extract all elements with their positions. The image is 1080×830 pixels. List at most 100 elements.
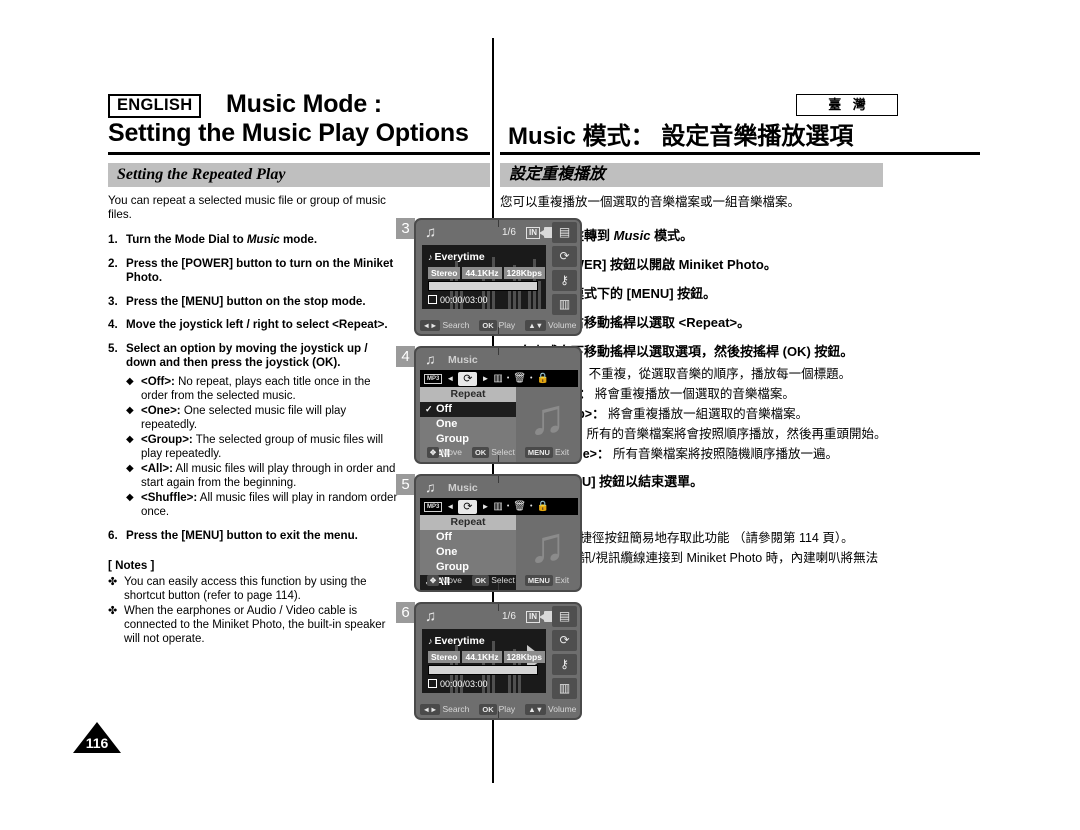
- submenu-title-5: Repeat: [420, 515, 516, 530]
- repeat-icon[interactable]: ⟳: [552, 246, 577, 267]
- english-notes-heading: [ Notes ]: [108, 559, 155, 572]
- clover-bullet-icon: ✤: [108, 576, 118, 588]
- ok-key-icon: OK: [471, 447, 490, 458]
- equalizer-tab-icon[interactable]: ▥: [493, 501, 502, 512]
- step-number: 1.: [108, 233, 118, 246]
- equalizer-icon[interactable]: ▥: [552, 294, 577, 315]
- step-number: 5.: [108, 341, 118, 355]
- music-note-icon: ♫: [425, 479, 436, 495]
- repeat-tab-icon[interactable]: ⟳: [458, 371, 478, 386]
- menu-item-off[interactable]: Off: [420, 530, 516, 545]
- repeat-icon[interactable]: ⟳: [552, 630, 577, 651]
- section-title-english-label: Setting the Repeated Play: [117, 166, 286, 183]
- diamond-bullet-icon: ◆: [126, 462, 134, 474]
- section-title-chinese: 設定重複播放: [500, 163, 883, 187]
- tag-samplerate: 44.1KHz: [462, 267, 502, 279]
- separator-dot: •: [530, 375, 533, 382]
- header-rule-left: [108, 152, 490, 155]
- file-list-icon[interactable]: ▤: [552, 606, 577, 627]
- english-step-1: 1. Turn the Mode Dial to Music mode.: [108, 233, 398, 248]
- english-option-shuffle: ◆ <Shuffle>: All music files will play i…: [108, 491, 398, 519]
- english-option-all: ◆ <All>: All music files will play throu…: [108, 462, 398, 490]
- left-right-key-icon: ◄►: [419, 319, 441, 331]
- english-step-2: 2. Press the [POWER] button to turn on t…: [108, 257, 398, 286]
- step-text: Press the [MENU] button on the stop mode…: [126, 294, 366, 308]
- joystick-key-icon: ✥: [426, 575, 440, 586]
- stop-icon: [428, 679, 437, 688]
- check-icon: ✓: [425, 404, 433, 414]
- option-text: <Shuffle>： 所有音樂檔案將按照隨機順序播放一遍。: [540, 447, 838, 461]
- option-text: <All>: All music files will play through…: [141, 462, 396, 489]
- track-title: ♪ Everytime: [428, 251, 485, 263]
- music-note-icon: ♫: [425, 608, 437, 625]
- separator-dot: •: [530, 503, 533, 510]
- ok-key-icon: OK: [479, 319, 497, 331]
- note-text: You can easily access this function by u…: [124, 576, 367, 602]
- tag-samplerate: 44.1KHz: [462, 651, 502, 663]
- play-info-panel: ♪ Everytime Stereo 44.1KHz 128Kbps 00:00/…: [422, 245, 546, 309]
- english-step-4: 4. Move the joystick left / right to sel…: [108, 318, 398, 333]
- option-text: <Off>: No repeat, plays each title once …: [141, 375, 371, 402]
- tag-bitrate: 128Kbps: [503, 267, 545, 279]
- scroll-down-icon[interactable]: ▼: [462, 589, 470, 590]
- english-step-3: 3. Press the [MENU] button on the stop m…: [108, 295, 398, 310]
- hint-search: ◄► Search: [419, 703, 469, 715]
- delete-tab-icon[interactable]: 🗑: [513, 373, 526, 384]
- progress-bar: [428, 665, 538, 675]
- ok-key-icon: OK: [479, 703, 497, 715]
- right-arrow-icon[interactable]: ►: [481, 374, 489, 383]
- menu-key-icon: MENU: [524, 575, 553, 586]
- input-source-icon: IN: [526, 227, 540, 239]
- equalizer-tab-icon[interactable]: ▥: [493, 373, 502, 384]
- menu-item-off[interactable]: ✓ Off: [420, 402, 516, 417]
- menu-item-one[interactable]: One: [420, 417, 516, 432]
- language-badge: ENGLISH: [108, 94, 202, 118]
- equalizer-icon[interactable]: ▥: [552, 678, 577, 699]
- play-info-panel: ♪ Everytime Stereo 44.1KHz 128Kbps 00:00/…: [422, 629, 546, 693]
- left-arrow-icon[interactable]: ◄: [446, 502, 454, 511]
- step-text: Press the [POWER] button to turn on the …: [126, 256, 394, 285]
- file-list-icon[interactable]: ▤: [552, 222, 577, 243]
- step-text: Turn the Mode Dial to Music mode.: [126, 233, 318, 246]
- english-note-1: ✤ You can easily access this function by…: [108, 575, 398, 603]
- right-arrow-icon[interactable]: ►: [481, 502, 489, 511]
- separator-dot: •: [506, 375, 510, 382]
- english-option-off: ◆ <Off>: No repeat, plays each title onc…: [108, 375, 398, 403]
- note-small-icon: ♪: [428, 636, 433, 646]
- note-text: When the earphones or Audio / Video cabl…: [124, 605, 386, 645]
- ok-key-icon: OK: [471, 575, 490, 586]
- manual-page: ENGLISH Music Mode : Setting the Music P…: [0, 0, 1080, 830]
- region-badge: 臺 灣: [796, 94, 898, 116]
- diamond-bullet-icon: ◆: [126, 433, 134, 445]
- background-note-icon: ♫: [528, 517, 567, 573]
- page-title-line1: Music Mode :: [226, 90, 382, 118]
- tag-stereo: Stereo: [428, 651, 461, 663]
- file-counter: 1/6: [502, 611, 516, 622]
- delete-tab-icon[interactable]: 🗑: [513, 501, 526, 512]
- english-content-column: You can repeat a selected music file or …: [108, 194, 398, 647]
- delete-key-icon[interactable]: ⚷: [552, 270, 577, 291]
- step-text: Move the joystick left / right to select…: [126, 318, 388, 331]
- mode-label: Music: [448, 354, 478, 366]
- audio-format-tags: Stereo 44.1KHz 128Kbps: [428, 651, 545, 663]
- screen-side-icons-6: ▤ ⟳ ⚷ ▥: [552, 606, 577, 699]
- delete-key-icon[interactable]: ⚷: [552, 654, 577, 675]
- hint-search: ◄► Search: [419, 319, 469, 331]
- hint-exit: MENU Exit: [524, 447, 569, 458]
- screen-tick-bottom: [498, 711, 499, 718]
- left-arrow-icon[interactable]: ◄: [446, 374, 454, 383]
- scroll-down-icon[interactable]: ▼: [462, 461, 470, 462]
- page-number-label: 116: [85, 735, 109, 751]
- lock-tab-icon[interactable]: 🔒: [536, 373, 548, 384]
- input-source-icon: IN: [526, 611, 540, 623]
- menu-item-one[interactable]: One: [420, 545, 516, 560]
- lock-tab-icon[interactable]: 🔒: [536, 501, 548, 512]
- hint-exit: MENU Exit: [524, 575, 569, 586]
- screen-side-icons-3: ▤ ⟳ ⚷ ▥: [552, 222, 577, 315]
- mp3-format-icon: MP3: [424, 373, 443, 384]
- file-counter: 1/6: [502, 227, 516, 238]
- repeat-tab-icon[interactable]: ⟳: [458, 499, 478, 514]
- screen-tick-bottom: [498, 455, 499, 462]
- up-down-key-icon: ▲▼: [525, 319, 547, 331]
- step-text: Select an option by moving the joystick …: [126, 341, 368, 370]
